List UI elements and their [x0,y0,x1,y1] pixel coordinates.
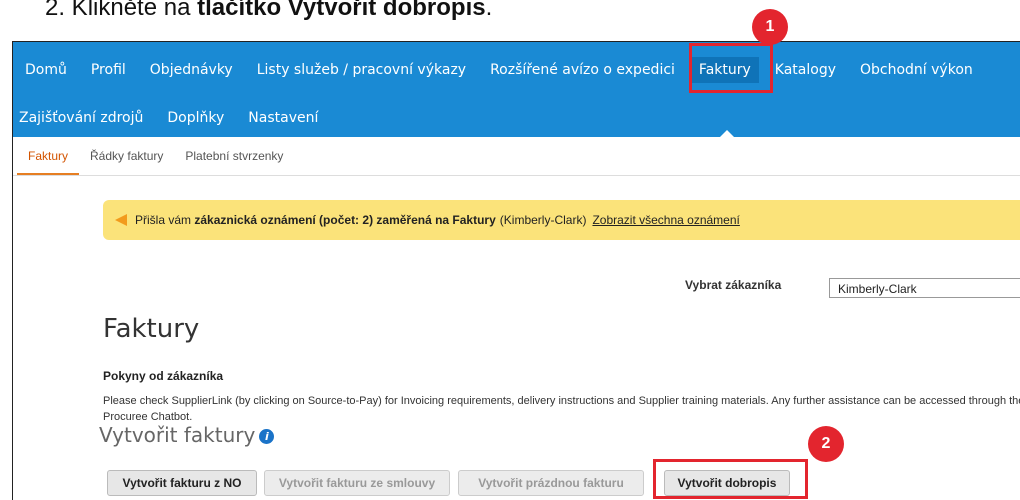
step-badge-1: 1 [752,9,788,45]
nav-item-catalogs[interactable]: Katalogy [763,62,848,78]
create-invoice-from-po-button[interactable]: Vytvořit fakturu z NO [107,470,257,496]
nav-row-2: Zajišťování zdrojů Doplňky Nastavení [13,98,330,137]
create-blank-invoice-button[interactable]: Vytvořit prázdnou fakturu [458,470,644,496]
nav-item-addons[interactable]: Doplňky [155,110,236,126]
sub-tabs: Faktury Řádky faktury Platební stvrzenky [13,137,1020,176]
nav-item-asn[interactable]: Rozšířené avízo o expedici [478,62,687,78]
alert-text: Přišla vám [135,213,195,227]
create-invoice-from-contract-button[interactable]: Vytvořit fakturu ze smlouvy [264,470,450,496]
customer-instructions-title: Pokyny od zákazníka [103,369,224,383]
nav-item-orders[interactable]: Objednávky [138,62,245,78]
subtab-invoice-lines[interactable]: Řádky faktury [79,137,174,175]
nav-item-home[interactable]: Domů [13,62,79,78]
create-invoices-label: Vytvořit faktury [99,423,256,447]
customer-instructions-text: Please check SupplierLink (by clicking o… [103,395,1020,423]
megaphone-icon [115,214,127,226]
active-tab-caret-icon [720,130,734,137]
view-all-notifications-link[interactable]: Zobrazit všechna oznámení [592,213,739,227]
app-frame: Domů Profil Objednávky Listy služeb / pr… [12,41,1020,500]
nav-item-sourcing[interactable]: Zajišťování zdrojů [13,110,155,126]
instruction-heading: 2. Klikněte na tlačítko Vytvořit dobropi… [45,0,492,22]
customer-select-label: Vybrat zákazníka [685,278,782,292]
heading-prefix: 2. Klikněte na [45,0,198,21]
page-title: Faktury [103,314,200,344]
nav-row-1: Domů Profil Objednávky Listy služeb / pr… [13,42,985,98]
subtab-payment-receipts[interactable]: Platební stvrzenky [174,137,294,175]
top-nav: Domů Profil Objednávky Listy služeb / pr… [13,42,1020,137]
alert-bold-text: zákaznická oznámení (počet: 2) zaměřená … [194,213,496,227]
heading-bold: tlačítko Vytvořit dobropis [197,0,486,21]
info-icon[interactable]: i [259,429,275,444]
nav-item-business-performance[interactable]: Obchodní výkon [848,62,985,78]
highlight-box-invoices [689,43,773,93]
nav-item-settings[interactable]: Nastavení [236,110,330,126]
highlight-box-credit-memo [653,459,808,499]
step-badge-2: 2 [808,426,844,462]
customer-select[interactable]: Kimberly-Clark [829,278,1020,298]
nav-item-service-sheets[interactable]: Listy služeb / pracovní výkazy [245,62,478,78]
heading-suffix: . [485,0,493,21]
subtab-invoices[interactable]: Faktury [17,137,80,175]
nav-item-profile[interactable]: Profil [79,62,138,78]
notification-banner: Přišla vám zákaznická oznámení (počet: 2… [103,200,1020,240]
create-invoices-title: Vytvořit faktury i [99,423,275,447]
alert-customer: (Kimberly-Clark) [499,213,587,227]
